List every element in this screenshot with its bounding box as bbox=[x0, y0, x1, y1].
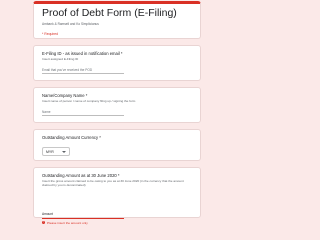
amount-input-error-underline bbox=[42, 218, 124, 219]
chevron-down-icon bbox=[62, 151, 66, 153]
question-help: Insert name of person / name of company … bbox=[42, 99, 136, 103]
question-title: E-Filing ID - as issued in notification … bbox=[42, 51, 123, 56]
question-help: Insert assigned E-Filing ID bbox=[42, 57, 79, 61]
efiling-id-input[interactable]: Email that you've received the POD bbox=[42, 68, 124, 74]
name-input[interactable]: Name bbox=[42, 110, 124, 116]
required-note: * Required bbox=[42, 32, 59, 36]
currency-selected-value: MYR bbox=[46, 150, 54, 154]
question-card-amount: Outstanding Amount as at 30 June 2020 * … bbox=[33, 167, 201, 225]
form-header-card: Proof of Debt Form (E-Filing) Ambank & R… bbox=[33, 1, 201, 39]
amount-input[interactable]: Amount bbox=[42, 212, 124, 217]
currency-dropdown[interactable]: MYR bbox=[42, 147, 70, 156]
question-title: Outstanding Amount Currency * bbox=[42, 135, 101, 140]
form-organization: Ambank & Ramsell and Ko Simplicianus bbox=[42, 22, 99, 26]
question-title: Name/Company Name * bbox=[42, 93, 88, 98]
question-card-name: Name/Company Name * Insert name of perso… bbox=[33, 87, 201, 123]
question-help-continued: claimed by you is denominated) bbox=[42, 183, 86, 187]
form-title: Proof of Debt Form (E-Filing) bbox=[42, 7, 177, 19]
question-card-currency: Outstanding Amount Currency * MYR bbox=[33, 129, 201, 161]
question-title: Outstanding Amount as at 30 June 2020 * bbox=[42, 173, 120, 178]
amount-error-message: Please insert the amount only bbox=[47, 221, 88, 225]
error-icon: ! bbox=[42, 221, 45, 224]
question-card-efiling-id: E-Filing ID - as issued in notification … bbox=[33, 45, 201, 81]
